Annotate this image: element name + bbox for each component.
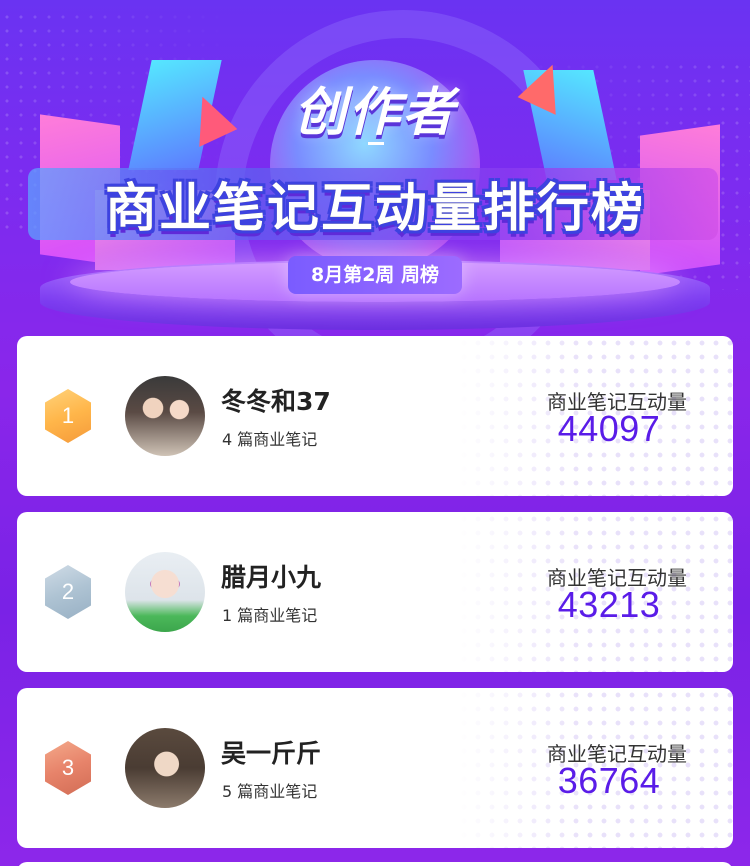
rank-badge-icon: 1 xyxy=(45,389,91,443)
avatar[interactable] xyxy=(125,552,205,632)
rank-number: 2 xyxy=(61,579,75,604)
banner: 创作者 商业笔记互动量排行榜 8月第2周 周榜 xyxy=(0,0,750,340)
next-card-peek xyxy=(17,862,733,866)
leaderboard-card[interactable]: 3 吴一斤斤 5 篇商业笔记 商业笔记互动量 36764 xyxy=(17,688,733,848)
metric-value: 43213 xyxy=(557,584,661,625)
note-count: 4 篇商业笔记 xyxy=(222,430,318,449)
leaderboard-card[interactable]: 1 冬冬和37 4 篇商业笔记 商业笔记互动量 44097 xyxy=(17,336,733,496)
metric-value: 36764 xyxy=(557,760,661,801)
creator-name[interactable]: 吴一斤斤 xyxy=(221,734,321,770)
creator-name[interactable]: 腊月小九 xyxy=(221,558,321,594)
banner-subtitle: 商业笔记互动量排行榜 xyxy=(104,179,645,239)
metric-value: 44097 xyxy=(557,408,661,449)
rank-badge-icon: 2 xyxy=(45,565,91,619)
rank-number: 1 xyxy=(61,403,75,428)
period-badge: 8月第2周 周榜 xyxy=(288,256,462,294)
avatar[interactable] xyxy=(125,376,205,456)
note-count: 5 篇商业笔记 xyxy=(222,782,318,801)
title-divider xyxy=(368,142,384,145)
leaderboard-card[interactable]: 2 腊月小九 1 篇商业笔记 商业笔记互动量 43213 xyxy=(17,512,733,672)
leaderboard-page: 创作者 商业笔记互动量排行榜 8月第2周 周榜 1 冬冬和37 4 篇商业笔记 … xyxy=(0,0,750,866)
avatar[interactable] xyxy=(125,728,205,808)
note-count: 1 篇商业笔记 xyxy=(222,606,318,625)
rank-badge-icon: 3 xyxy=(45,741,91,795)
rank-number: 3 xyxy=(61,755,75,780)
creator-name[interactable]: 冬冬和37 xyxy=(221,382,331,418)
banner-title: 创作者 xyxy=(293,83,456,143)
